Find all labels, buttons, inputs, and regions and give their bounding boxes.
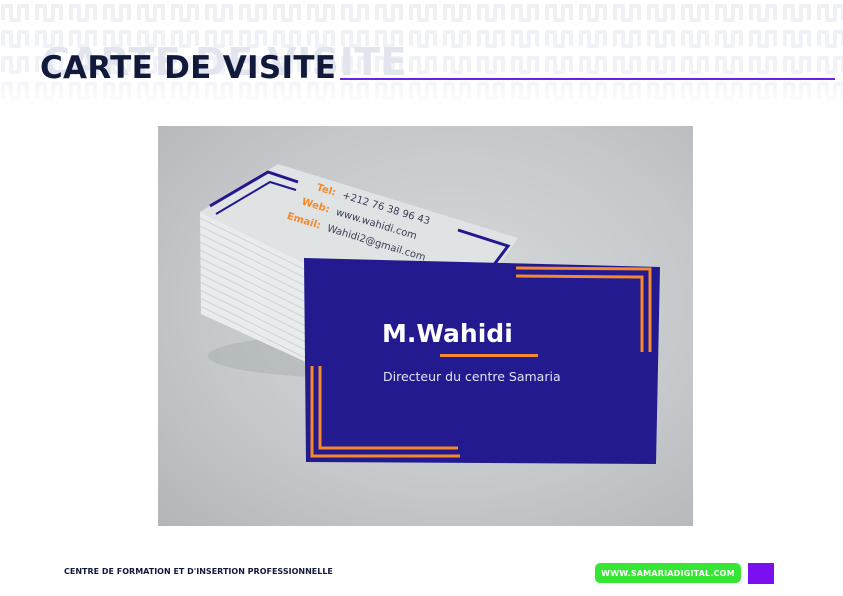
card-mockup-drawing: Tel: +212 76 38 96 43 Web: www.wahidi.co… [199, 164, 660, 464]
footer-website-badge[interactable]: WWW.SAMARIADIGITAL.COM [595, 563, 741, 583]
card-name-underline [440, 354, 538, 357]
card-front: M.Wahidi Directeur du centre Samaria [304, 258, 660, 464]
footer-accent-square [748, 563, 774, 584]
card-role: Directeur du centre Samaria [383, 369, 561, 384]
card-name: M.Wahidi [382, 319, 513, 348]
footer-organization: CENTRE DE FORMATION ET D'INSERTION PROFE… [64, 567, 333, 576]
card-front-face [304, 258, 660, 464]
business-card-mockup: Tel: +212 76 38 96 43 Web: www.wahidi.co… [158, 126, 693, 526]
title-underline [340, 78, 835, 80]
page-title: CARTE DE VISITE [40, 50, 337, 86]
